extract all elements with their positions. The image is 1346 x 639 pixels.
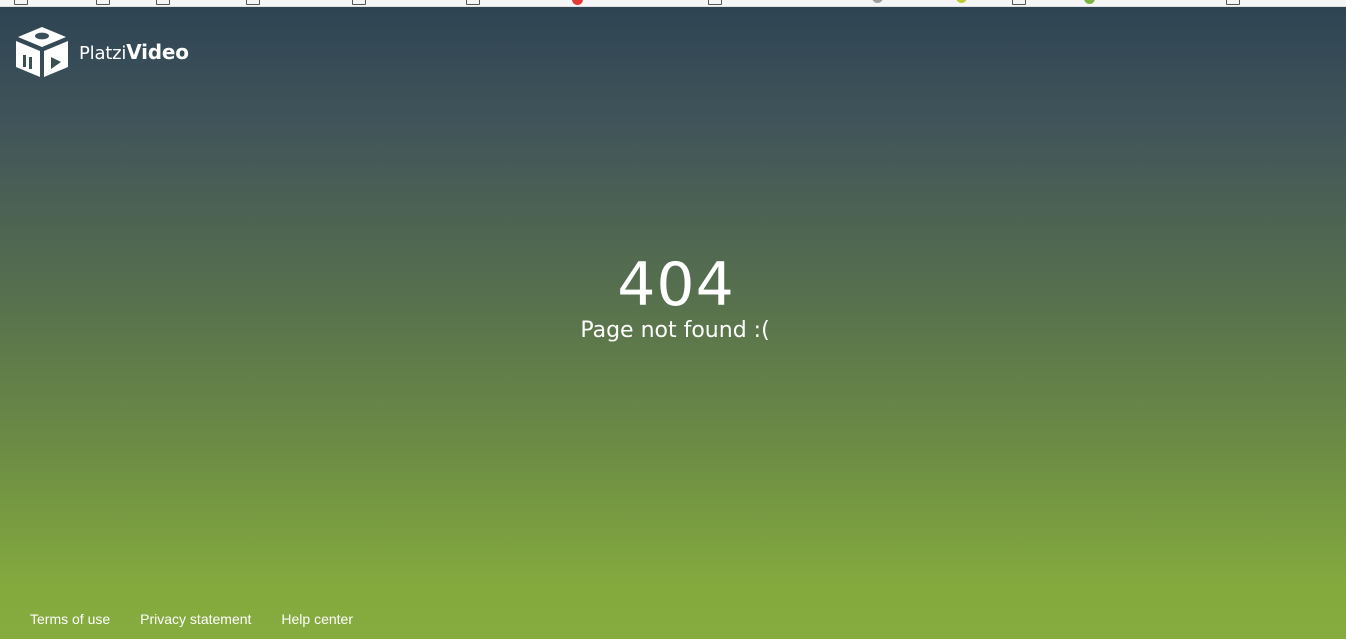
bookmark-folder-icon[interactable] [1226, 0, 1240, 5]
footer-link-terms[interactable]: Terms of use [30, 610, 110, 628]
bookmark-favicon-icon[interactable] [956, 0, 967, 3]
brand-name-light: Platzi [79, 42, 127, 64]
bookmark-folder-icon[interactable] [352, 0, 366, 5]
brand-name-bold: Video [126, 39, 189, 64]
brand-logo-link[interactable]: PlatziVideo [14, 25, 189, 79]
error-code: 404 [617, 250, 735, 320]
bookmark-folder-icon[interactable] [1012, 0, 1026, 5]
bookmark-favicon-icon[interactable] [572, 0, 583, 5]
platzi-video-cube-icon [14, 25, 70, 79]
bookmark-folder-icon[interactable] [14, 0, 28, 5]
bookmark-folder-icon[interactable] [96, 0, 110, 5]
footer-link-help[interactable]: Help center [281, 610, 353, 628]
bookmark-favicon-icon[interactable] [1084, 0, 1095, 4]
bookmark-favicon-icon[interactable] [872, 0, 883, 3]
error-message: Page not found :( [580, 318, 770, 343]
error-page: PlatziVideo 404 Page not found :( Terms … [0, 7, 1346, 639]
footer-link-privacy[interactable]: Privacy statement [140, 610, 251, 628]
error-message-block: 404 Page not found :( [0, 251, 1346, 346]
bookmarks-bar [0, 0, 1346, 7]
bookmark-folder-icon[interactable] [246, 0, 260, 5]
bookmark-folder-icon[interactable] [156, 0, 170, 5]
bookmark-folder-icon[interactable] [466, 0, 480, 5]
bookmark-folder-icon[interactable] [708, 0, 722, 5]
footer-nav: Terms of use Privacy statement Help cent… [30, 610, 383, 628]
brand-name: PlatziVideo [79, 42, 189, 63]
